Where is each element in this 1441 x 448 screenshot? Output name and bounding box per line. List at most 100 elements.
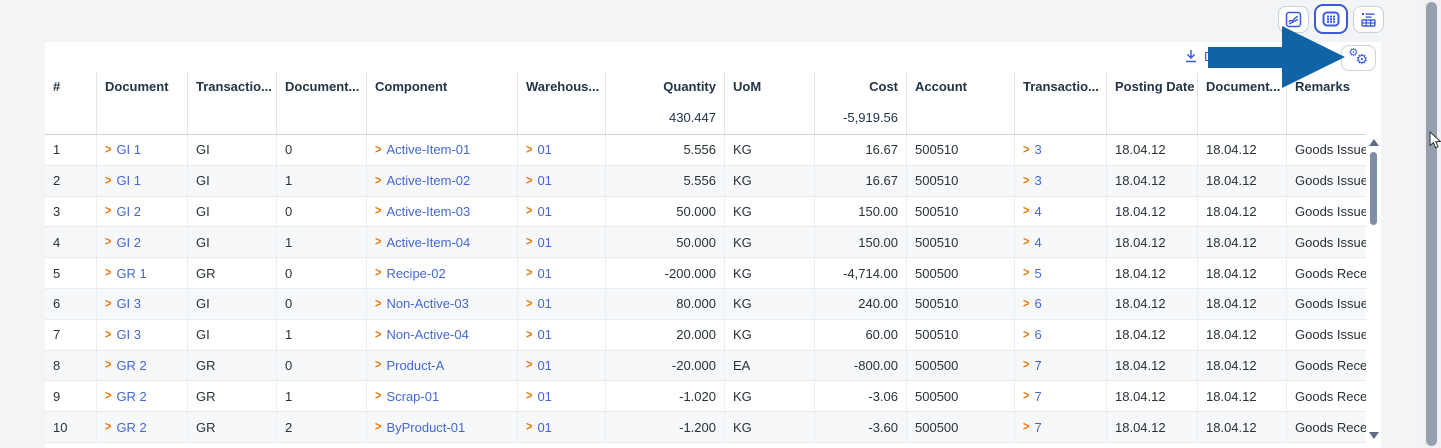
chevron-right-icon: > (375, 420, 382, 434)
trans_no-link[interactable]: 7 (1034, 420, 1041, 435)
warehouse-link[interactable]: 01 (537, 235, 551, 250)
scroll-down-arrow-icon[interactable] (1369, 432, 1379, 439)
table-row: 6 > GI 3 GI 0 > Non-Active-03 >01 80.000 KG 240.00… (45, 288, 1366, 320)
cell-document_date: 18.04.12 (1198, 135, 1287, 165)
chevron-right-icon: > (526, 204, 533, 219)
column-header-quantity[interactable]: Quantity (606, 72, 725, 101)
table-scrollbar-thumb[interactable] (1370, 152, 1377, 225)
cell-uom: KG (725, 319, 815, 350)
document-link[interactable]: GI 3 (116, 327, 141, 342)
trans_no-link[interactable]: 6 (1034, 296, 1041, 311)
cell-account: 500500 (907, 381, 1015, 412)
column-header-document[interactable]: Document (97, 72, 188, 101)
component-link[interactable]: ByProduct-01 (386, 420, 465, 435)
column-header-document_date[interactable]: Document... (1198, 72, 1287, 101)
trans_no-link[interactable]: 4 (1034, 235, 1041, 250)
cell-component: > Product-A (367, 350, 518, 381)
document-link[interactable]: GR 2 (116, 389, 146, 404)
cell-cost: -3.60 (815, 412, 907, 442)
document-link[interactable]: GI 1 (116, 173, 141, 188)
cell-component: > Active-Item-02 (367, 165, 518, 196)
column-total-num (45, 101, 97, 134)
warehouse-link[interactable]: 01 (537, 389, 551, 404)
column-header-component[interactable]: Component (367, 72, 518, 101)
trans_no-link[interactable]: 3 (1034, 142, 1041, 157)
column-header-posting_date[interactable]: Posting Date (1107, 72, 1198, 101)
column-header-uom[interactable]: UoM (725, 72, 815, 101)
cell-quantity: -1.020 (606, 381, 725, 412)
document-link[interactable]: GR 1 (116, 266, 146, 281)
component-link[interactable]: Active-Item-02 (386, 173, 470, 188)
cell-warehouse: >01 (518, 135, 606, 165)
component-link[interactable]: Scrap-01 (386, 389, 439, 404)
chevron-right-icon: > (375, 235, 382, 250)
component-link[interactable]: Non-Active-04 (386, 327, 468, 342)
column-header-doc_item[interactable]: Document... (277, 72, 367, 101)
warehouse-link[interactable]: 01 (537, 327, 551, 342)
column-header-trans_no[interactable]: Transactio... (1015, 72, 1107, 101)
chevron-right-icon: > (105, 358, 112, 373)
download-label: Download (1204, 48, 1262, 64)
cell-doc_item: 1 (277, 227, 367, 258)
warehouse-link[interactable]: 01 (537, 296, 551, 311)
table-scrollbar (1366, 135, 1381, 443)
chevron-right-icon: > (105, 173, 112, 188)
download-button[interactable]: Download (1183, 48, 1262, 64)
page-scrollbar-thumb[interactable] (1426, 2, 1437, 446)
trans_no-link[interactable]: 7 (1034, 358, 1041, 373)
warehouse-link[interactable]: 01 (537, 142, 551, 157)
chevron-right-icon: > (105, 296, 112, 311)
warehouse-link[interactable]: 01 (537, 204, 551, 219)
column-header-warehouse[interactable]: Warehous... (518, 72, 606, 101)
chevron-right-icon: > (375, 266, 382, 280)
component-link[interactable]: Active-Item-01 (386, 142, 470, 157)
chart-view-button[interactable] (1278, 5, 1309, 33)
table-row: 3 > GI 2 GI 0 > Active-Item-03 >01 50.000 KG 150.0… (45, 196, 1366, 228)
table-view-button[interactable] (1314, 4, 1348, 34)
document-link[interactable]: GI 2 (116, 204, 141, 219)
chevron-right-icon: > (526, 173, 533, 188)
cell-warehouse: >01 (518, 319, 606, 350)
chevron-right-icon: > (526, 235, 533, 250)
column-header-cost[interactable]: Cost (815, 72, 907, 101)
settings-button[interactable]: ⚙ ⚙ (1341, 45, 1376, 71)
trans_no-link[interactable]: 4 (1034, 204, 1041, 219)
column-header-account[interactable]: Account (907, 72, 1015, 101)
component-link[interactable]: Recipe-02 (386, 266, 445, 281)
cell-quantity: 5.556 (606, 165, 725, 196)
cell-uom: KG (725, 165, 815, 196)
trans_no-link[interactable]: 5 (1034, 266, 1041, 281)
document-link[interactable]: GR 2 (116, 358, 146, 373)
column-header-remarks[interactable]: Remarks (1287, 72, 1366, 101)
trans_no-link[interactable]: 3 (1034, 173, 1041, 188)
trans_no-link[interactable]: 6 (1034, 327, 1041, 342)
document-link[interactable]: GI 2 (116, 235, 141, 250)
component-link[interactable]: Non-Active-03 (386, 296, 468, 311)
cell-doc_item: 0 (277, 196, 367, 227)
column-header-num[interactable]: # (45, 72, 97, 101)
cell-trans_no: >7 (1015, 381, 1107, 412)
cell-trans_type: GR (188, 412, 277, 442)
trans_no-link[interactable]: 7 (1034, 389, 1041, 404)
scroll-up-arrow-icon[interactable] (1369, 139, 1379, 146)
document-link[interactable]: GR 2 (116, 420, 146, 435)
warehouse-link[interactable]: 01 (537, 358, 551, 373)
warehouse-link[interactable]: 01 (537, 173, 551, 188)
component-link[interactable]: Active-Item-04 (386, 235, 470, 250)
document-link[interactable]: GI 3 (116, 296, 141, 311)
column-total-uom (725, 101, 815, 134)
document-link[interactable]: GI 1 (116, 142, 141, 157)
chevron-right-icon: > (1023, 142, 1030, 157)
component-link[interactable]: Active-Item-03 (386, 204, 470, 219)
cell-document: > GI 1 (97, 165, 188, 196)
component-link[interactable]: Product-A (386, 358, 444, 373)
cell-quantity: 50.000 (606, 227, 725, 258)
warehouse-link[interactable]: 01 (537, 420, 551, 435)
chart-table-view-button[interactable] (1353, 5, 1384, 33)
cell-account: 500510 (907, 135, 1015, 165)
column-total-warehouse (518, 101, 606, 134)
cell-posting_date: 18.04.12 (1107, 135, 1198, 165)
chevron-right-icon: > (105, 266, 112, 280)
column-header-trans_type[interactable]: Transactio... (188, 72, 277, 101)
warehouse-link[interactable]: 01 (537, 266, 551, 281)
